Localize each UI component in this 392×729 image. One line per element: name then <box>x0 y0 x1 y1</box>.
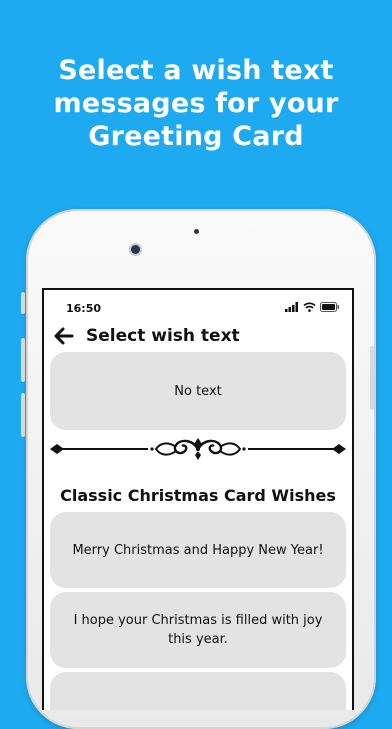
ornament-divider <box>50 438 346 460</box>
phone-mute-switch <box>21 292 25 314</box>
promo-headline: Select a wish text messages for your Gre… <box>0 54 392 153</box>
front-camera <box>131 245 140 254</box>
headline-line-2: messages for your <box>53 88 339 119</box>
arrow-left-icon[interactable] <box>52 324 76 348</box>
wish-option-no-text[interactable]: No text <box>50 352 346 430</box>
section-title: Classic Christmas Card Wishes <box>60 486 336 505</box>
headline-line-1: Select a wish text <box>58 55 334 86</box>
wish-text: Merry Christmas and Happy New Year! <box>72 542 324 558</box>
battery-icon <box>320 302 339 312</box>
status-bar: 16:50 <box>44 290 352 326</box>
headline-line-3: Greeting Card <box>88 121 304 152</box>
wish-option-label: No text <box>174 383 222 399</box>
phone-volume-up <box>21 338 25 382</box>
signal-icon <box>285 302 298 312</box>
nav-bar: Select wish text <box>44 322 352 352</box>
wish-option[interactable] <box>50 672 346 710</box>
phone-power-button <box>370 346 374 410</box>
phone-volume-down <box>21 393 25 437</box>
wish-option[interactable]: Merry Christmas and Happy New Year! <box>50 512 346 588</box>
wish-option[interactable]: I hope your Christmas is filled with joy… <box>50 592 346 668</box>
proximity-sensor <box>194 229 199 234</box>
page-title: Select wish text <box>86 326 240 346</box>
wish-text: I hope your Christmas is filled with joy… <box>73 613 323 647</box>
wifi-icon <box>303 302 316 312</box>
status-icons <box>285 302 340 312</box>
phone-screen: 16:50 Select wish text No text Classic C… <box>42 288 354 710</box>
status-time: 16:50 <box>66 302 102 315</box>
